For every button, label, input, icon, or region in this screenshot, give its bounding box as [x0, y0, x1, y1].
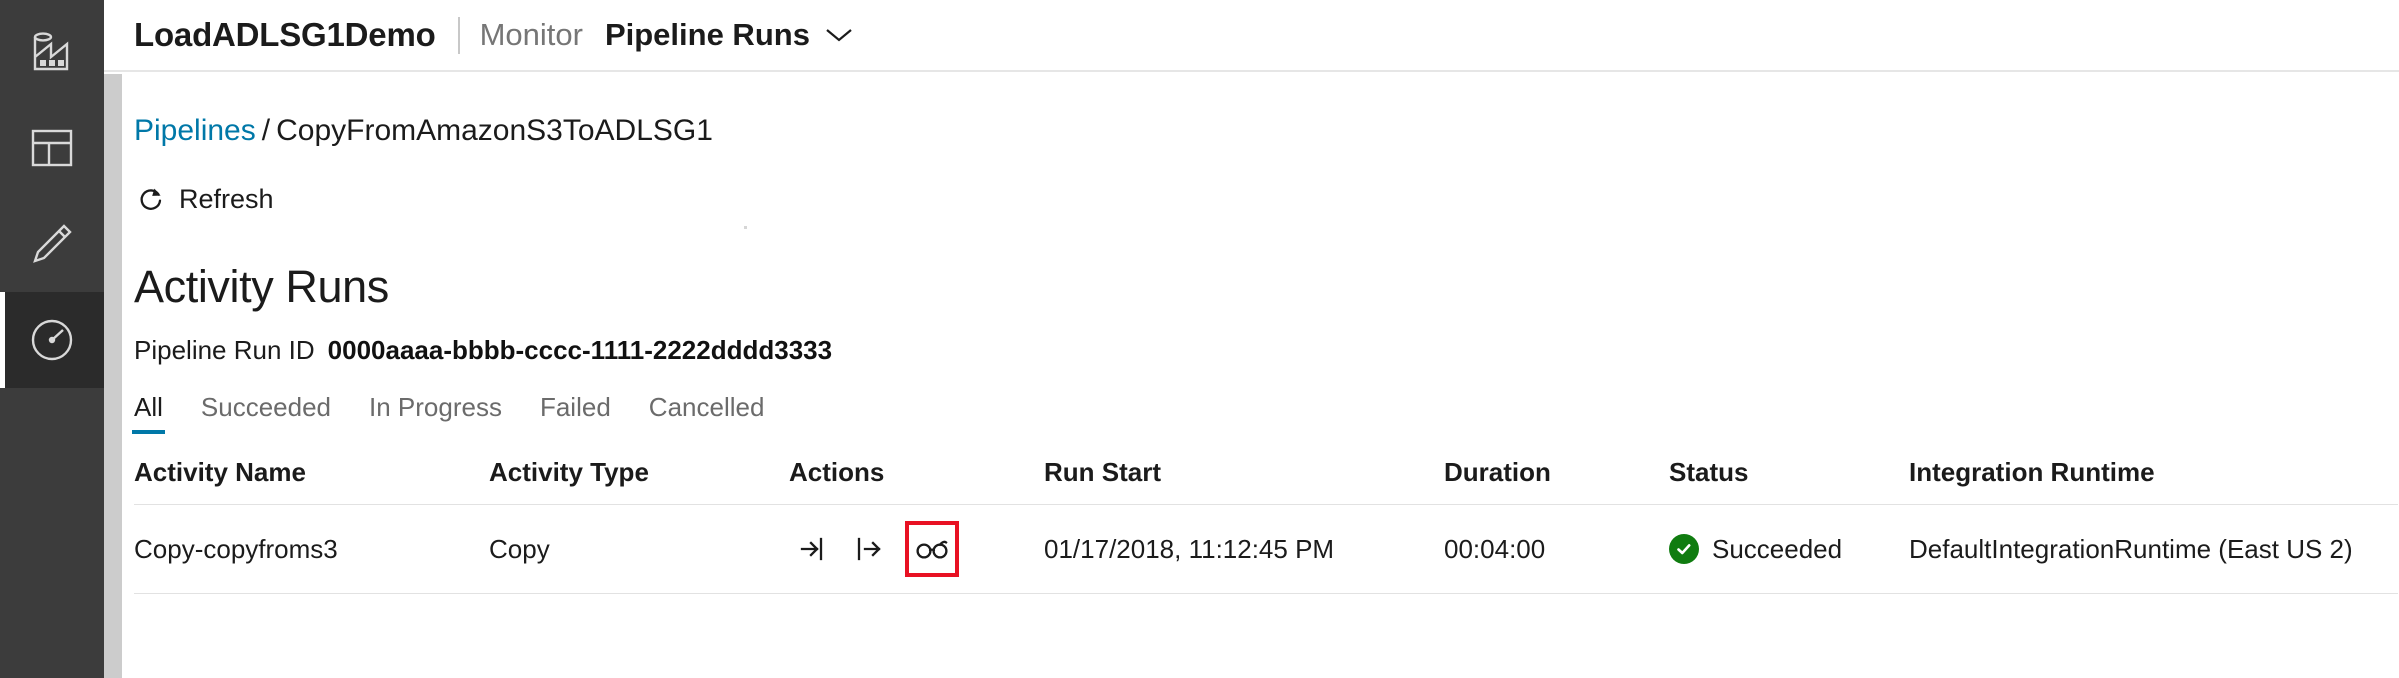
tab-succeeded[interactable]: Succeeded — [201, 392, 331, 434]
column-header-status[interactable]: Status — [1669, 443, 1909, 505]
refresh-label: Refresh — [179, 184, 274, 214]
cell-duration: 00:04:00 — [1444, 504, 1669, 594]
tab-all[interactable]: All — [132, 392, 165, 434]
left-rail — [0, 0, 104, 678]
factory-icon — [27, 27, 77, 77]
rail-item-author[interactable] — [0, 196, 104, 292]
breadcrumb-current: CopyFromAmazonS3ToADLSG1 — [276, 114, 713, 147]
column-header-activity-type[interactable]: Activity Type — [489, 443, 789, 505]
column-header-run-start[interactable]: Run Start — [1044, 443, 1444, 505]
content-pane: Pipelines / CopyFromAmazonS3ToADLSG1 Refre… — [104, 72, 2399, 678]
scroll-gutter[interactable] — [104, 74, 122, 678]
table-header: Activity Name Activity Type Actions Run … — [134, 443, 2398, 505]
decorative-dot — [744, 226, 747, 229]
pipeline-run-id-label: Pipeline Run ID — [134, 335, 315, 365]
chevron-down-icon — [824, 26, 854, 44]
tab-in-progress[interactable]: In Progress — [369, 392, 502, 434]
refresh-icon — [136, 185, 166, 215]
cell-activity-name: Copy-copyfroms3 — [134, 504, 489, 594]
pipeline-run-id-value: 0000aaaa-bbbb-cccc-1111-2222dddd3333 — [327, 335, 833, 365]
app-window: LoadADLSG1Demo Monitor Pipeline Runs Pip… — [0, 0, 2399, 678]
column-header-activity-name[interactable]: Activity Name — [134, 443, 489, 505]
cell-run-start: 01/17/2018, 11:12:45 PM — [1044, 504, 1444, 594]
pipeline-run-id: Pipeline Run ID 0000aaaa-bbbb-cccc-1111-… — [134, 335, 2399, 366]
header-section-label: Monitor — [479, 17, 583, 52]
tab-cancelled[interactable]: Cancelled — [649, 392, 765, 434]
rail-item-overview[interactable] — [0, 100, 104, 196]
toolbar: Refresh — [134, 180, 2399, 219]
status-filter-tabs: All Succeeded In Progress Failed Cancell… — [132, 392, 2399, 434]
refresh-button[interactable]: Refresh — [134, 180, 280, 219]
status-text: Succeeded — [1712, 533, 1843, 564]
monitor-gauge-icon — [27, 315, 77, 365]
column-header-actions[interactable]: Actions — [789, 443, 1044, 505]
details-glasses-icon[interactable] — [905, 521, 959, 577]
tab-failed[interactable]: Failed — [540, 392, 611, 434]
activity-runs-table: Activity Name Activity Type Actions Run … — [134, 443, 2398, 594]
author-overview-icon — [28, 124, 76, 172]
page-selector[interactable]: Pipeline Runs — [605, 17, 854, 53]
cell-actions — [789, 504, 1044, 594]
breadcrumb: Pipelines / CopyFromAmazonS3ToADLSG1 — [134, 114, 2399, 148]
table-row[interactable]: Copy-copyfroms3 Copy 01/17/2018, 11:12:4… — [134, 504, 2398, 594]
input-icon[interactable] — [789, 527, 833, 571]
table-body: Copy-copyfroms3 Copy 01/17/2018, 11:12:4… — [134, 504, 2398, 594]
cell-activity-type: Copy — [489, 504, 789, 594]
actions-group — [789, 521, 1044, 577]
status-badge: Succeeded — [1669, 534, 1909, 565]
factory-name: LoadADLSG1Demo — [134, 16, 436, 53]
rail-item-monitor[interactable] — [0, 292, 104, 388]
top-header: LoadADLSG1Demo Monitor Pipeline Runs — [104, 0, 2399, 72]
pencil-icon — [28, 220, 76, 268]
cell-integration-runtime: DefaultIntegrationRuntime (East US 2) — [1909, 504, 2398, 594]
rail-item-factory[interactable] — [0, 4, 104, 100]
breadcrumb-separator: / — [261, 114, 271, 147]
main-area: LoadADLSG1Demo Monitor Pipeline Runs Pip… — [104, 0, 2399, 678]
header-divider — [457, 16, 460, 54]
column-header-duration[interactable]: Duration — [1444, 443, 1669, 505]
output-icon[interactable] — [847, 527, 891, 571]
cell-status: Succeeded — [1669, 504, 1909, 594]
success-check-icon — [1669, 534, 1699, 564]
page-title: Activity Runs — [134, 261, 389, 312]
table-header-row: Activity Name Activity Type Actions Run … — [134, 443, 2398, 505]
page-selector-label: Pipeline Runs — [604, 17, 810, 52]
column-header-integration-runtime[interactable]: Integration Runtime — [1909, 443, 2398, 505]
breadcrumb-pipelines-link[interactable]: Pipelines — [134, 114, 256, 147]
